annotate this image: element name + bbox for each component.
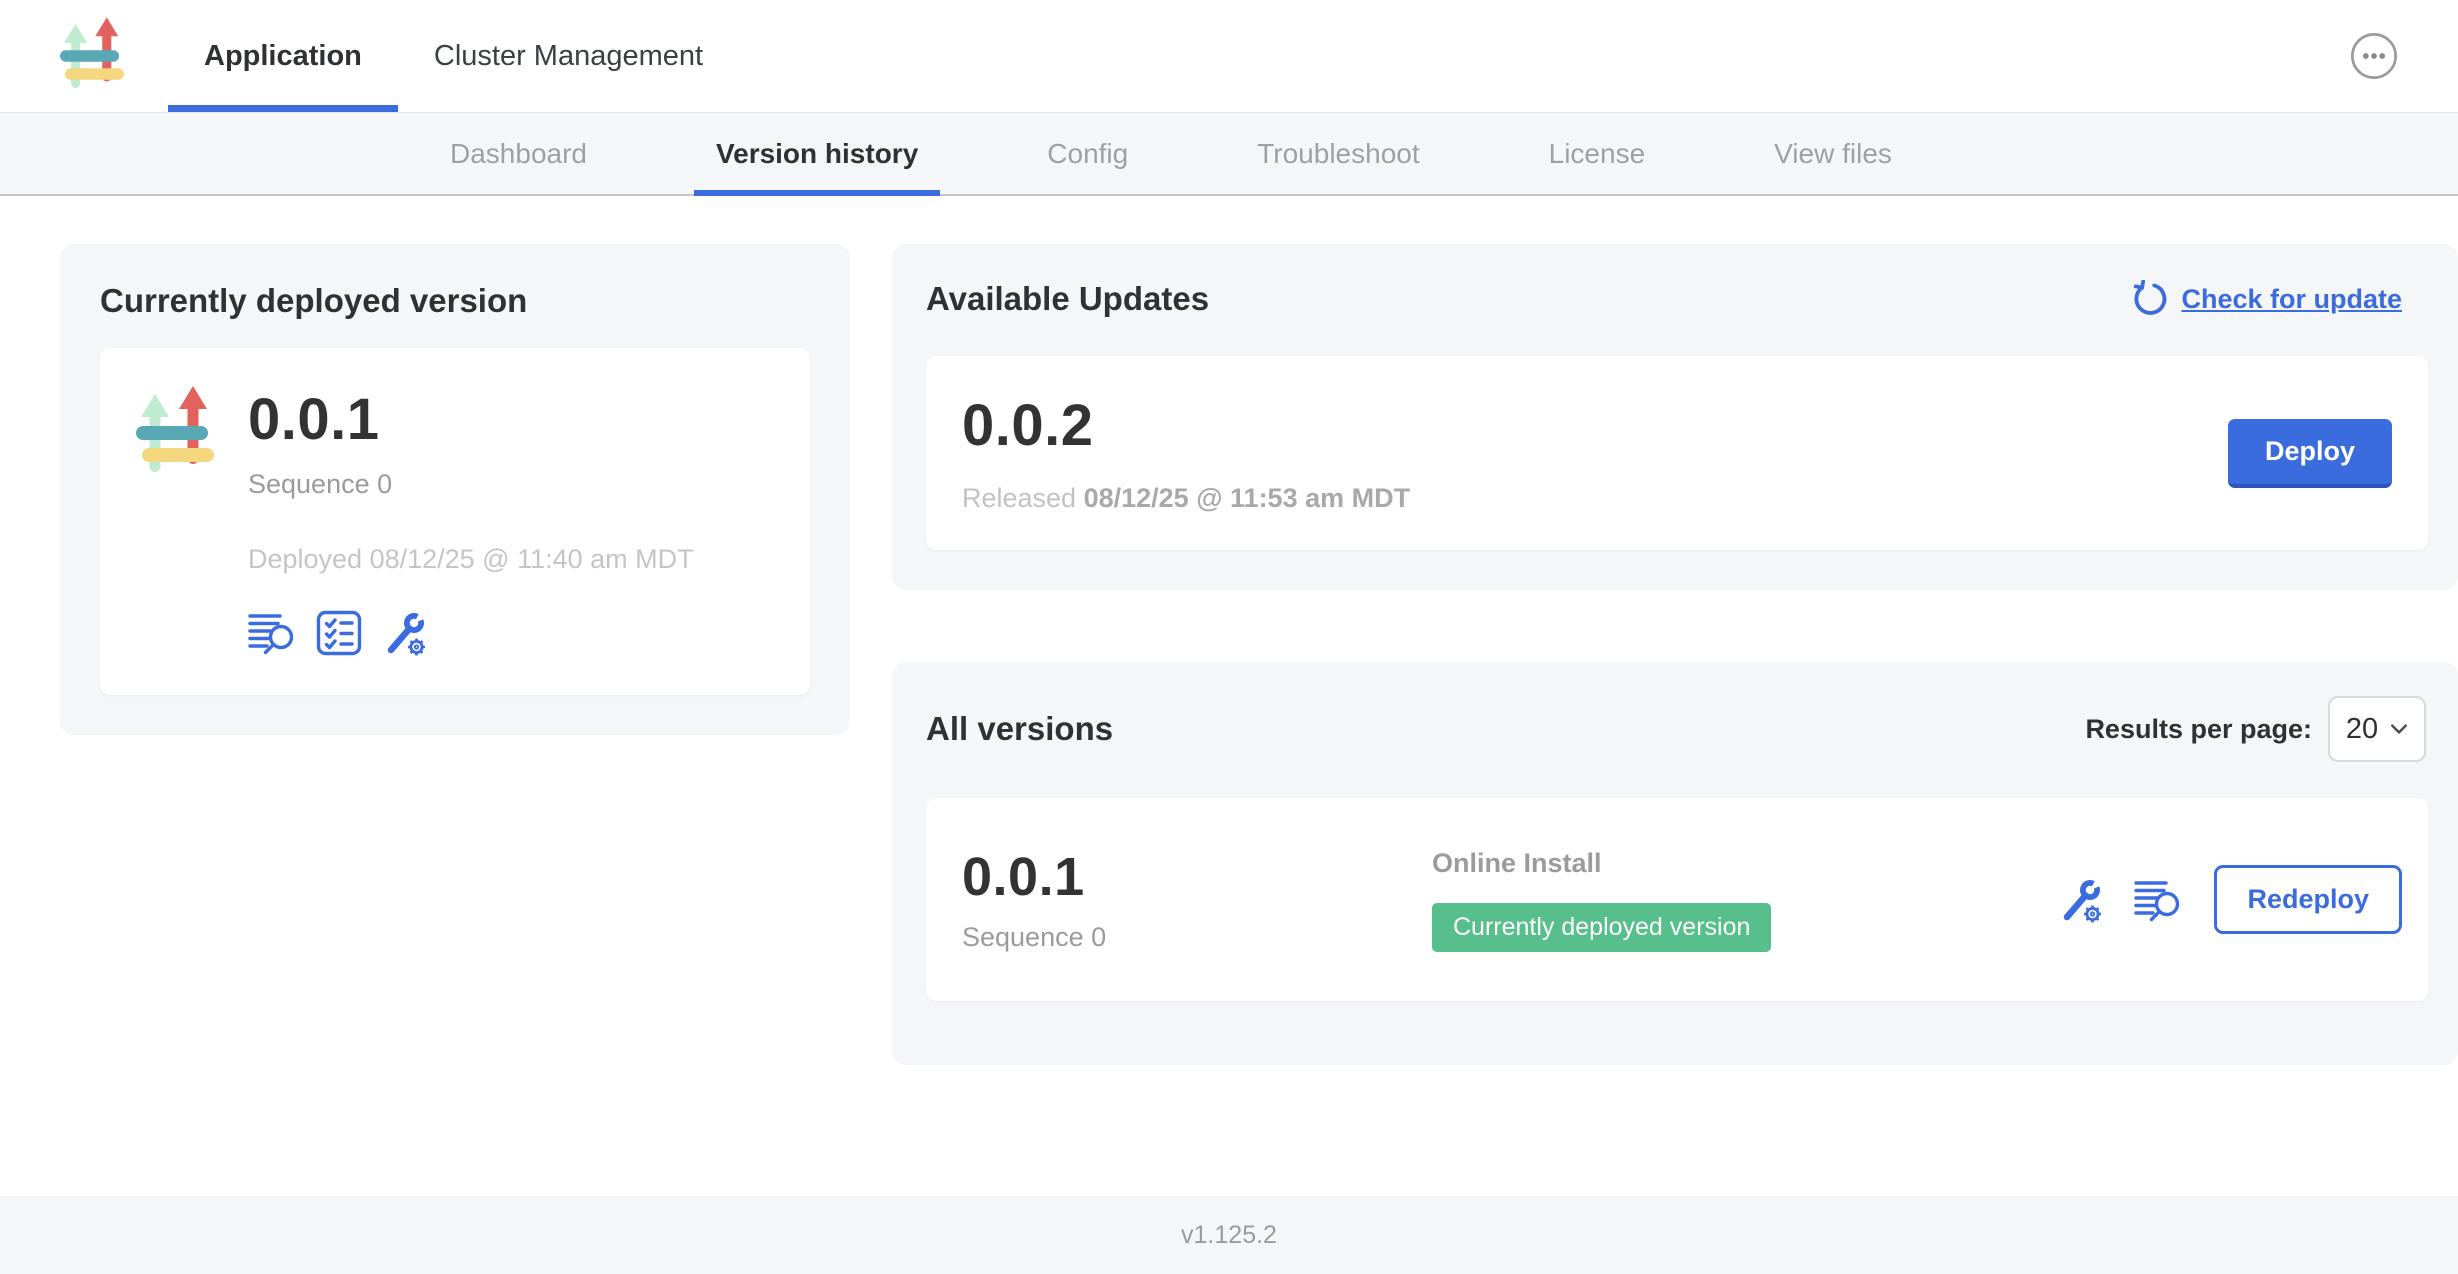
released-prefix: Released	[962, 483, 1076, 513]
currently-deployed-card: Currently deployed version 0.0.1 Sequenc…	[60, 244, 850, 735]
row-sequence: Sequence 0	[962, 922, 1432, 953]
page-footer: v1.125.2	[0, 1196, 2458, 1274]
refresh-circular-arrow-icon	[2131, 280, 2169, 318]
preflight-checks-button[interactable]	[316, 610, 362, 656]
released-date: 08/12/25 @ 11:53 am MDT	[1084, 483, 1411, 513]
available-updates-title: Available Updates	[926, 280, 1209, 318]
preflight-checklist-icon	[316, 610, 362, 656]
view-config-button[interactable]	[380, 609, 428, 657]
row-version-number: 0.0.1	[962, 846, 1432, 908]
tab-cluster-management[interactable]: Cluster Management	[398, 0, 739, 112]
version-history-page: Currently deployed version 0.0.1 Sequenc…	[0, 196, 2458, 1065]
primary-tabs: Application Cluster Management	[168, 0, 739, 112]
results-per-page-value: 20	[2346, 713, 2378, 746]
app-subnav: Dashboard Version history Config Trouble…	[0, 113, 2458, 196]
tab-config[interactable]: Config	[1025, 113, 1150, 194]
tab-application-label: Application	[204, 40, 362, 73]
deployed-version-number: 0.0.1	[248, 386, 694, 453]
app-logo-arrows-icon	[136, 386, 214, 480]
results-per-page-label: Results per page:	[2085, 714, 2312, 745]
currently-deployed-title: Currently deployed version	[100, 282, 810, 320]
deploy-button[interactable]: Deploy	[2228, 419, 2392, 488]
version-row: 0.0.1 Sequence 0 Online Install Currentl…	[926, 798, 2428, 1001]
wrench-gear-config-icon	[380, 609, 428, 657]
tab-application[interactable]: Application	[168, 0, 398, 112]
deployed-version-info: 0.0.1 Sequence 0 Deployed 08/12/25 @ 11:…	[248, 386, 694, 657]
tab-dashboard-label: Dashboard	[450, 138, 587, 170]
tab-view-files-label: View files	[1774, 138, 1892, 170]
redeploy-button[interactable]: Redeploy	[2214, 865, 2402, 934]
tab-troubleshoot[interactable]: Troubleshoot	[1235, 113, 1441, 194]
install-type-label: Online Install	[1432, 848, 1602, 879]
overflow-menu-ellipsis-icon	[2349, 31, 2399, 81]
all-versions-card: All versions Results per page: 20 0.0.1 …	[892, 662, 2458, 1065]
update-version-number: 0.0.2	[962, 392, 1410, 459]
version-row-info: 0.0.1 Sequence 0	[962, 846, 1432, 953]
chevron-down-icon	[2390, 723, 2408, 735]
check-for-update-label: Check for update	[2181, 284, 2402, 315]
check-for-update-link[interactable]: Check for update	[2131, 280, 2402, 318]
all-versions-title: All versions	[926, 710, 1113, 748]
deployed-version-actions	[248, 609, 694, 657]
tab-license[interactable]: License	[1527, 113, 1668, 194]
view-config-button[interactable]	[2056, 876, 2104, 924]
deployed-version-panel: 0.0.1 Sequence 0 Deployed 08/12/25 @ 11:…	[100, 348, 810, 695]
right-column: Available Updates Check for update 0.0.2…	[892, 244, 2458, 1065]
deployed-sequence: Sequence 0	[248, 469, 694, 500]
update-info: 0.0.2 Released 08/12/25 @ 11:53 am MDT	[962, 392, 1410, 514]
top-nav-spacer	[739, 0, 2348, 112]
release-notes-search-icon	[2134, 877, 2184, 923]
deployed-timestamp: Deployed 08/12/25 @ 11:40 am MDT	[248, 544, 694, 575]
version-row-status: Online Install Currently deployed versio…	[1432, 848, 1771, 952]
release-notes-button[interactable]	[2134, 877, 2184, 923]
all-versions-header: All versions Results per page: 20	[926, 696, 2438, 762]
top-nav: Application Cluster Management	[0, 0, 2458, 113]
available-updates-header: Available Updates Check for update	[926, 280, 2438, 318]
available-updates-card: Available Updates Check for update 0.0.2…	[892, 244, 2458, 590]
tab-view-files[interactable]: View files	[1752, 113, 1914, 194]
console-version: v1.125.2	[1181, 1221, 1277, 1250]
tab-license-label: License	[1549, 138, 1646, 170]
tab-version-history-label: Version history	[716, 138, 918, 170]
tab-config-label: Config	[1047, 138, 1128, 170]
results-per-page: Results per page: 20	[2085, 696, 2426, 762]
version-row-actions: Redeploy	[2056, 865, 2402, 934]
update-released-line: Released 08/12/25 @ 11:53 am MDT	[962, 483, 1410, 514]
update-row: 0.0.2 Released 08/12/25 @ 11:53 am MDT D…	[926, 356, 2428, 550]
app-logo	[60, 0, 124, 112]
tab-cluster-management-label: Cluster Management	[434, 40, 703, 73]
wrench-gear-config-icon	[2056, 876, 2104, 924]
tab-troubleshoot-label: Troubleshoot	[1257, 138, 1419, 170]
results-per-page-select[interactable]: 20	[2328, 696, 2426, 762]
release-notes-search-icon	[248, 610, 298, 656]
app-logo-arrows-icon	[60, 16, 124, 96]
status-badge: Currently deployed version	[1432, 903, 1771, 952]
tab-dashboard[interactable]: Dashboard	[428, 113, 609, 194]
release-notes-button[interactable]	[248, 610, 298, 656]
tab-version-history[interactable]: Version history	[694, 113, 940, 194]
overflow-menu-button[interactable]	[2348, 30, 2400, 82]
